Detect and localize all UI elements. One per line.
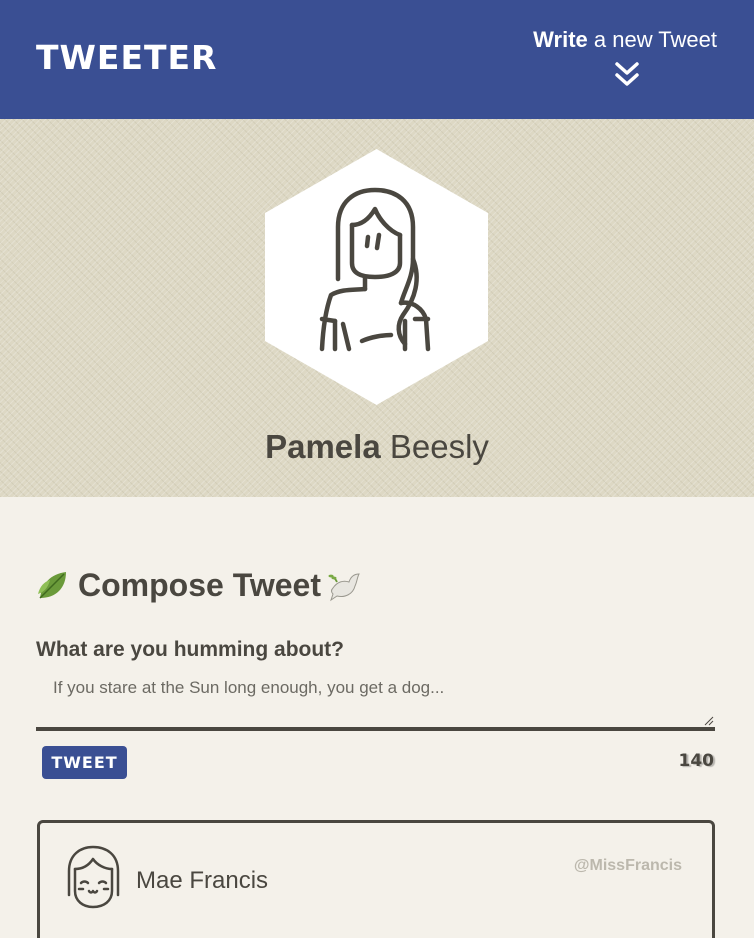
write-bold-text: Write [533,27,588,52]
tweet-author-name: Mae Francis [136,867,269,894]
write-rest-text: a new Tweet [587,27,717,52]
avatar [67,845,120,909]
character-counter: 140 [678,751,715,771]
tweet-card: Mae Francis @MissFrancis [37,820,715,938]
profile-first-name: Pamela [265,428,381,465]
tweet-author-handle: @MissFrancis [573,857,682,874]
double-chevron-down-icon[interactable] [614,61,640,89]
navbar: TWEETER Write a new Tweet [0,0,754,119]
profile-avatar [265,149,488,405]
textarea-resize-icon[interactable] [704,716,714,726]
tweet-button[interactable]: TWEET [42,746,127,779]
tweet-text-input[interactable] [36,670,715,731]
write-new-tweet-link[interactable]: Write a new Tweet [533,26,717,54]
compose-title: Compose Tweet [36,563,361,607]
profile-last-name: Beesly [380,428,489,465]
dove-icon [328,573,360,602]
brand-logo[interactable]: TWEETER [36,38,217,78]
leaf-icon [38,572,66,599]
profile-name: Pamela Beesly [0,427,754,467]
compose-title-text: Compose Tweet [78,566,321,603]
compose-prompt-label: What are you humming about? [36,638,344,661]
profile-header: Pamela Beesly [0,119,754,497]
